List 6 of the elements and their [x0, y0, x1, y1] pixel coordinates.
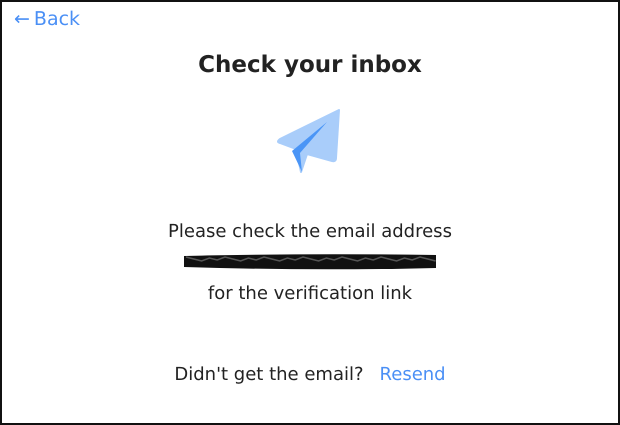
footer-prompt: Didn't get the email? — [174, 364, 364, 385]
resend-link[interactable]: Resend — [380, 364, 446, 385]
page-title: Check your inbox — [197, 52, 423, 78]
message-text: Please check the email address — [168, 220, 452, 244]
back-link[interactable]: ← Back — [14, 8, 80, 30]
message-text: for the verification link — [208, 282, 412, 306]
